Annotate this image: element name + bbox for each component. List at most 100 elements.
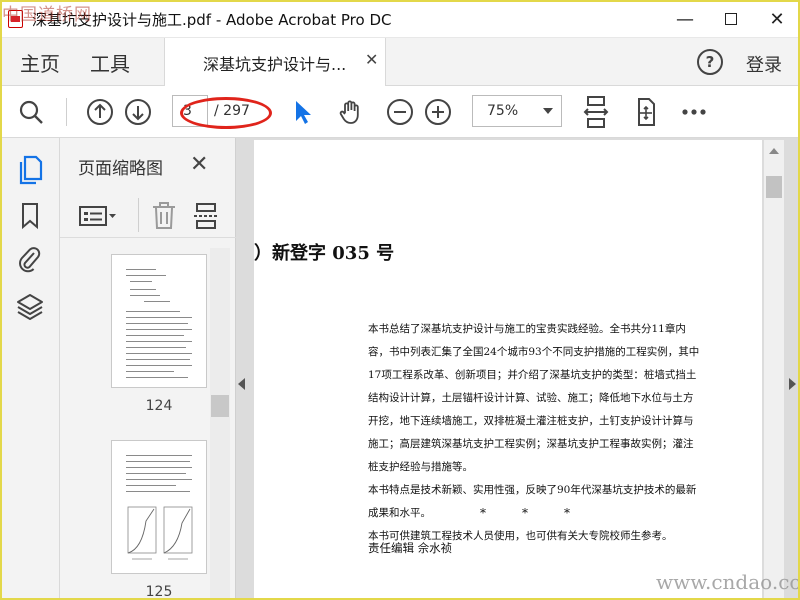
minimize-icon: —	[676, 8, 694, 30]
zoom-out-button[interactable]	[384, 86, 416, 138]
select-tool-button[interactable]	[288, 86, 318, 138]
tools-divider	[138, 198, 139, 232]
thumbnail-page-124[interactable]	[111, 254, 207, 388]
fit-page-icon	[583, 96, 609, 128]
thumbnails-scroll-thumb[interactable]	[211, 395, 229, 417]
section-separator: * * *	[480, 506, 570, 520]
document-tab[interactable]: 深基坑支护设计与... ✕	[164, 38, 386, 86]
thumbnail-text-line	[126, 473, 186, 474]
panel-close-icon[interactable]: ✕	[190, 152, 208, 177]
close-icon: ✕	[769, 8, 785, 30]
thumbnails-panel: 页面缩略图 ✕ 124 125	[60, 138, 236, 600]
document-scroll-thumb[interactable]	[766, 176, 782, 198]
zoom-select[interactable]: 75%	[472, 95, 562, 127]
document-scrollbar[interactable]	[764, 140, 784, 600]
separator-star: *	[480, 506, 486, 520]
thumbnail-text-line	[126, 341, 192, 342]
page-rotate-icon	[638, 98, 655, 126]
hand-tool-button[interactable]	[334, 86, 368, 138]
layers-icon	[17, 294, 43, 320]
menu-tools[interactable]: 工具	[90, 48, 130, 77]
layers-button[interactable]	[14, 290, 46, 322]
close-window-button[interactable]: ✕	[754, 0, 800, 38]
thumbnail-text-line	[130, 295, 160, 296]
arrow-up-icon	[87, 99, 113, 125]
delete-page-button[interactable]	[151, 202, 177, 234]
site-watermark: www.cndao.com	[656, 570, 800, 594]
menu-bar: 主页 工具 深基坑支护设计与... ✕ ? 登录	[0, 38, 800, 86]
cursor-arrow-icon	[296, 101, 311, 124]
thumbnail-text-line	[126, 329, 192, 330]
zoom-value: 75%	[487, 103, 519, 119]
thumbnail-text-line	[126, 311, 180, 312]
search-icon	[19, 100, 43, 124]
document-heading: ）新登字 035 号	[254, 243, 395, 264]
thumbnail-text-line	[130, 289, 156, 290]
toolbar	[0, 86, 800, 138]
help-icon[interactable]: ?	[697, 49, 723, 75]
fit-page-button[interactable]	[580, 86, 612, 138]
red-annotation-ellipse	[180, 97, 272, 129]
previous-page-button[interactable]	[84, 86, 116, 138]
expand-right-panel-icon[interactable]	[789, 378, 796, 390]
pages-icon	[19, 155, 43, 185]
bookmark-icon	[22, 203, 38, 230]
document-tab-label: 深基坑支护设计与...	[203, 55, 347, 74]
thumbnail-text-line	[126, 359, 190, 360]
paperclip-icon	[19, 247, 41, 273]
search-button[interactable]	[14, 86, 48, 138]
thumbnail-text-line	[126, 467, 192, 468]
thumbnail-page-label: 124	[145, 398, 173, 414]
thumbnail-text-line	[126, 479, 192, 480]
toolbar-divider	[66, 98, 67, 126]
plus-circle-icon	[425, 99, 451, 125]
thumbnail-text-line	[126, 485, 176, 486]
collapse-left-panel-icon[interactable]	[238, 378, 245, 390]
thumbnail-text-line	[126, 371, 174, 372]
panel-title: 页面缩略图	[78, 159, 163, 179]
zoom-in-button[interactable]	[422, 86, 454, 138]
page-thumbnails-button[interactable]	[14, 154, 46, 186]
thumbnail-text-line	[126, 377, 188, 378]
responsible-editor: 责任编辑 佘水祯	[368, 541, 453, 555]
title-bar: 深基坑支护设计与施工.pdf - Adobe Acrobat Pro DC 中国…	[0, 0, 800, 38]
thumbnail-text-line	[126, 461, 190, 462]
insert-page-icon	[194, 203, 218, 229]
menu-home[interactable]: 主页	[20, 48, 60, 77]
thumbnail-options-icon	[79, 206, 116, 226]
rotate-view-button[interactable]	[630, 86, 662, 138]
more-icon	[682, 109, 706, 115]
more-tools-button[interactable]	[678, 86, 710, 138]
minimize-button[interactable]: —	[662, 0, 708, 38]
trash-icon	[153, 202, 175, 229]
thumbnail-tools	[60, 194, 236, 238]
thumbnail-text-line	[144, 301, 170, 302]
corner-watermark: 中国道桥网	[2, 5, 92, 25]
tab-close-icon[interactable]: ✕	[365, 50, 378, 69]
chevron-down-icon	[543, 108, 553, 114]
thumbnail-text-line	[126, 491, 190, 492]
thumbnails-scrollbar[interactable]	[210, 248, 230, 600]
thumbnail-options-button[interactable]	[78, 204, 118, 232]
thumbnail-text-line	[126, 323, 188, 324]
thumbnail-page-125[interactable]	[111, 440, 207, 574]
minus-circle-icon	[387, 99, 413, 125]
thumbnail-text-line	[126, 269, 156, 270]
bookmarks-button[interactable]	[14, 200, 46, 232]
thumbnail-text-line	[126, 353, 192, 354]
thumbnail-text-line	[126, 455, 192, 456]
hand-icon	[339, 100, 359, 124]
scroll-up-icon[interactable]	[769, 148, 779, 154]
maximize-button[interactable]	[708, 0, 754, 38]
thumbnail-text-line	[126, 335, 184, 336]
next-page-button[interactable]	[122, 86, 154, 138]
left-navigation-rail	[0, 138, 60, 600]
thumbnail-text-line	[126, 365, 192, 366]
thumbnail-text-line	[130, 281, 152, 282]
attachments-button[interactable]	[14, 244, 46, 276]
insert-page-button[interactable]	[193, 202, 219, 234]
arrow-down-icon	[125, 99, 151, 125]
maximize-icon	[725, 13, 737, 25]
login-button[interactable]: 登录	[746, 51, 782, 77]
thumbnail-figure	[127, 506, 193, 560]
